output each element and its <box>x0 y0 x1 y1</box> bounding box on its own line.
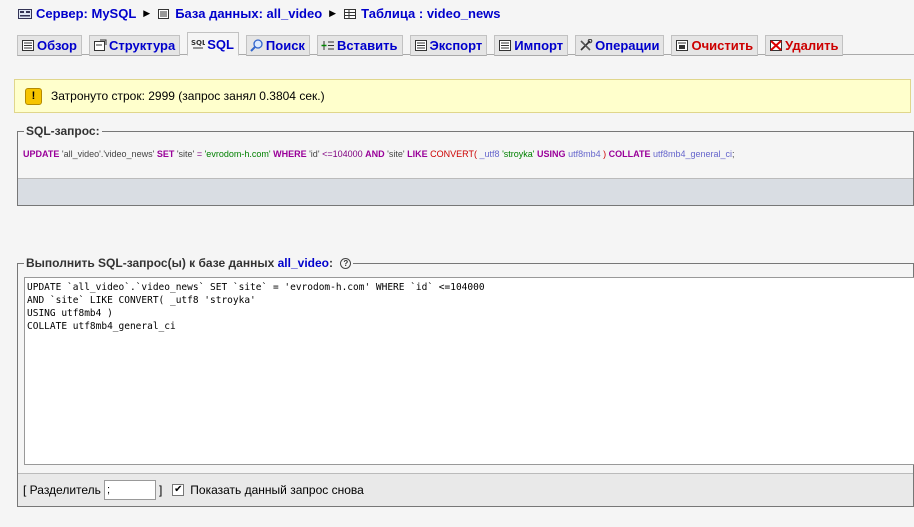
table-icon <box>344 8 357 19</box>
run-sql-legend: Выполнить SQL-запрос(ы) к базе данных al… <box>24 256 354 270</box>
sql-icon: SQL <box>191 39 205 48</box>
show-query-checkbox[interactable]: ✔ <box>172 484 185 496</box>
tab-bar: Обзор Структура SQL SQL Поиск Вставить Э… <box>17 32 914 56</box>
sql-query-toolbar <box>18 178 913 205</box>
tab-sql[interactable]: SQL SQL <box>187 32 239 56</box>
drop-icon <box>770 40 783 51</box>
delimiter-close: ] <box>158 483 163 497</box>
insert-icon <box>321 41 334 50</box>
breadcrumb-database[interactable]: База данных: all_video <box>157 6 322 21</box>
svg-text:SQL: SQL <box>191 39 205 47</box>
delimiter-input[interactable] <box>103 480 156 500</box>
sql-query-legend: SQL-запрос: <box>24 124 102 138</box>
notice-text: Затронуто строк: 2999 (запрос занял 0.38… <box>51 89 325 103</box>
server-icon <box>18 8 32 19</box>
operations-icon <box>580 39 593 51</box>
structure-icon <box>94 39 107 51</box>
tab-operations[interactable]: Операции <box>575 35 665 56</box>
rows-affected-notice: ! Затронуто строк: 2999 (запрос занял 0.… <box>14 79 911 113</box>
run-sql-database-link[interactable]: all_video <box>278 256 329 270</box>
sql-query-panel: SQL-запрос: UPDATE 'all_video'.'video_ne… <box>17 124 914 206</box>
show-query-label[interactable]: Показать данный запрос снова <box>190 483 364 497</box>
breadcrumb-arrow-icon: ▶ <box>329 8 337 18</box>
search-icon <box>250 39 263 52</box>
breadcrumb-table[interactable]: Таблица : video_news <box>343 6 501 21</box>
delimiter-label: [ Разделитель <box>23 483 101 497</box>
help-icon[interactable]: ? <box>340 258 352 270</box>
tab-drop[interactable]: Удалить <box>765 35 844 56</box>
sql-query-textarea[interactable]: UPDATE `all_video`.`video_news` SET `sit… <box>24 277 914 465</box>
breadcrumb-arrow-icon: ▶ <box>143 8 151 18</box>
tab-export[interactable]: Экспорт <box>409 35 488 56</box>
breadcrumb: Сервер: MySQL ▶ База данных: all_video ▶… <box>18 6 501 21</box>
database-icon <box>158 8 170 19</box>
sql-options-bar: [ Разделитель ] ✔ Показать данный запрос… <box>18 473 913 506</box>
sql-query-text: UPDATE 'all_video'.'video_news' SET 'sit… <box>23 149 735 159</box>
browse-icon <box>22 40 34 51</box>
tab-import[interactable]: Импорт <box>494 35 569 56</box>
breadcrumb-server[interactable]: Сервер: MySQL <box>18 6 136 21</box>
tab-insert[interactable]: Вставить <box>316 35 403 56</box>
tab-empty[interactable]: Очистить <box>671 35 759 56</box>
tab-browse[interactable]: Обзор <box>17 35 82 56</box>
tab-structure[interactable]: Структура <box>89 35 181 56</box>
empty-icon <box>676 40 689 51</box>
tab-search[interactable]: Поиск <box>245 35 310 56</box>
run-sql-panel: Выполнить SQL-запрос(ы) к базе данных al… <box>17 256 914 507</box>
export-icon <box>414 40 427 51</box>
notice-icon: ! <box>25 87 42 105</box>
import-icon <box>499 40 512 51</box>
